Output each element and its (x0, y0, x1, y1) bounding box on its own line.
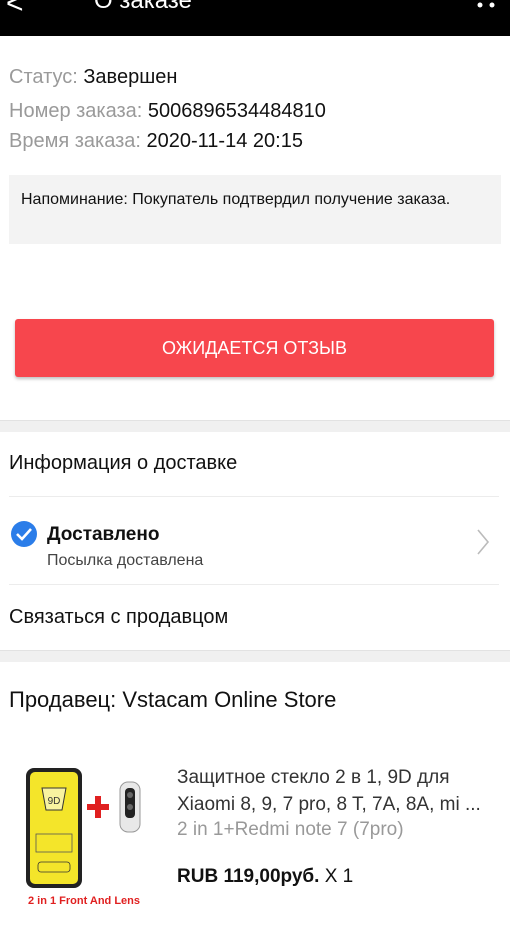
order-number-row: Номер заказа: 5006896534484810 (9, 96, 326, 126)
order-status-row: Статус: Завершен (9, 62, 326, 92)
delivery-status-subtitle: Посылка доставлена (47, 552, 204, 569)
status-value: Завершен (83, 66, 178, 88)
order-number-label: Номер заказа: (9, 100, 143, 122)
product-price: RUB 119,00руб. (177, 866, 320, 887)
image-caption: 2 in 1 Front And Lens (28, 895, 140, 907)
page-title: О заказе (94, 0, 192, 14)
divider (9, 496, 499, 497)
section-divider (0, 420, 510, 432)
image-9d-label: 9D (48, 796, 61, 807)
product-qty: X 1 (324, 866, 354, 887)
product-title-line2: Xiaomi 8, 9, 7 pro, 8 T, 7A, 8A, mi ... (177, 794, 481, 815)
top-bar: < О заказе (0, 0, 510, 36)
order-number-value: 5006896534484810 (147, 100, 326, 122)
contact-seller-link[interactable]: Связаться с продавцом (9, 606, 228, 629)
divider (9, 584, 499, 585)
back-arrow-icon[interactable]: < (6, 0, 24, 22)
order-time-label: Время заказа: (9, 130, 141, 152)
order-time-value: 2020-11-14 20:15 (146, 130, 303, 152)
delivery-info-header: Информация о доставке (9, 452, 238, 474)
product-title-line1: Защитное стекло 2 в 1, 9D для (177, 767, 450, 788)
seller-name[interactable]: Продавец: Vstacam Online Store (9, 687, 336, 713)
price-row: RUB 119,00руб. X 1 (177, 866, 353, 888)
delivery-status-title: Доставлено (47, 524, 160, 545)
product-title[interactable]: Защитное стекло 2 в 1, 9D для Xiaomi 8, … (177, 764, 497, 818)
chevron-right-icon (477, 529, 490, 555)
headset-icon[interactable] (386, 0, 416, 12)
order-time-row: Время заказа: 2020-11-14 20:15 (9, 126, 326, 156)
order-info: Статус: Завершен Номер заказа: 500689653… (9, 62, 326, 156)
status-label: Статус: (9, 66, 78, 88)
product-image[interactable]: 9D 2 in 1 Front And Lens (22, 758, 150, 908)
reminder-box: Напоминание: Покупатель подтвердил получ… (9, 175, 501, 244)
product-variant: 2 in 1+Redmi note 7 (7pro) (177, 819, 404, 840)
awaiting-review-button[interactable]: ОЖИДАЕТСЯ ОТЗЫВ (15, 319, 494, 377)
cart-icon[interactable] (468, 0, 498, 12)
check-circle-icon (11, 521, 37, 547)
section-divider (0, 650, 510, 662)
